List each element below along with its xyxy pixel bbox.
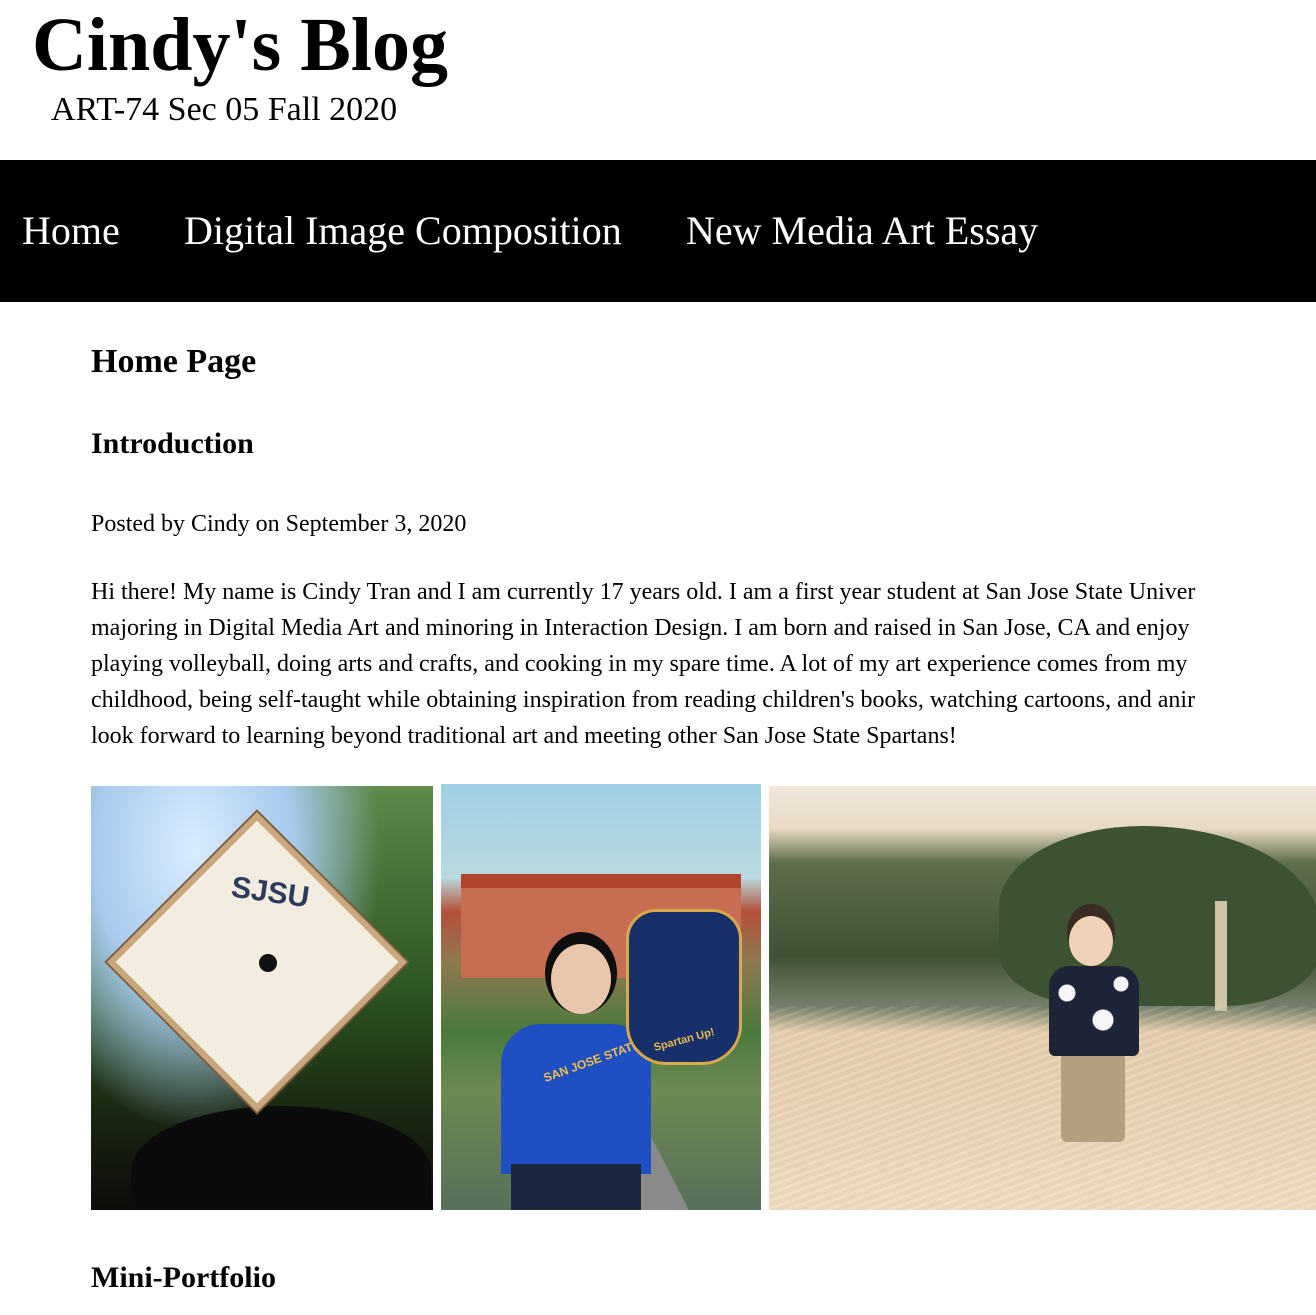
sjsu-student-photo: SAN JOSE STATE Spartan Up!: [441, 784, 761, 1210]
pants-shape: [1061, 1052, 1125, 1142]
mini-portfolio-heading: Mini-Portfolio: [91, 1261, 276, 1294]
post-body: Hi there! My name is Cindy Tran and I am…: [91, 574, 1316, 754]
child-head-shape: [1069, 916, 1113, 966]
post-body-line: Hi there! My name is Cindy Tran and I am…: [91, 579, 1196, 605]
page-heading: Home Page: [91, 343, 257, 380]
jeans-shape: [511, 1164, 641, 1210]
head-shape: [551, 944, 611, 1014]
cap-board-shape: [107, 812, 407, 1112]
sand-texture: [769, 1006, 1316, 1210]
graduation-cap-photo: SJSU: [91, 786, 433, 1210]
tree-shape: [999, 826, 1316, 1006]
nav-home-link[interactable]: Home: [22, 160, 120, 302]
childhood-beach-photo: [769, 786, 1316, 1210]
site-title: Cindy's Blog: [32, 3, 449, 87]
nav-digital-image-composition-link[interactable]: Digital Image Composition: [184, 160, 622, 302]
site-subtitle: ART-74 Sec 05 Fall 2020: [51, 91, 398, 128]
cap-button-shape: [259, 954, 277, 972]
hair-shape: [131, 1106, 431, 1210]
post-body-line: childhood, being self-taught while obtai…: [91, 687, 1196, 713]
nav-new-media-art-essay-link[interactable]: New Media Art Essay: [686, 160, 1038, 302]
post-meta: Posted by Cindy on September 3, 2020: [91, 511, 467, 537]
post-body-line: playing volleyball, doing arts and craft…: [91, 651, 1188, 677]
main-navigation: Home Digital Image Composition New Media…: [0, 160, 1316, 302]
post-body-line: look forward to learning beyond traditio…: [91, 723, 957, 749]
post-title: Introduction: [91, 427, 254, 460]
post-body-line: majoring in Digital Media Art and minori…: [91, 615, 1190, 641]
post-shape: [1215, 901, 1227, 1011]
jacket-shape: [1049, 966, 1139, 1056]
